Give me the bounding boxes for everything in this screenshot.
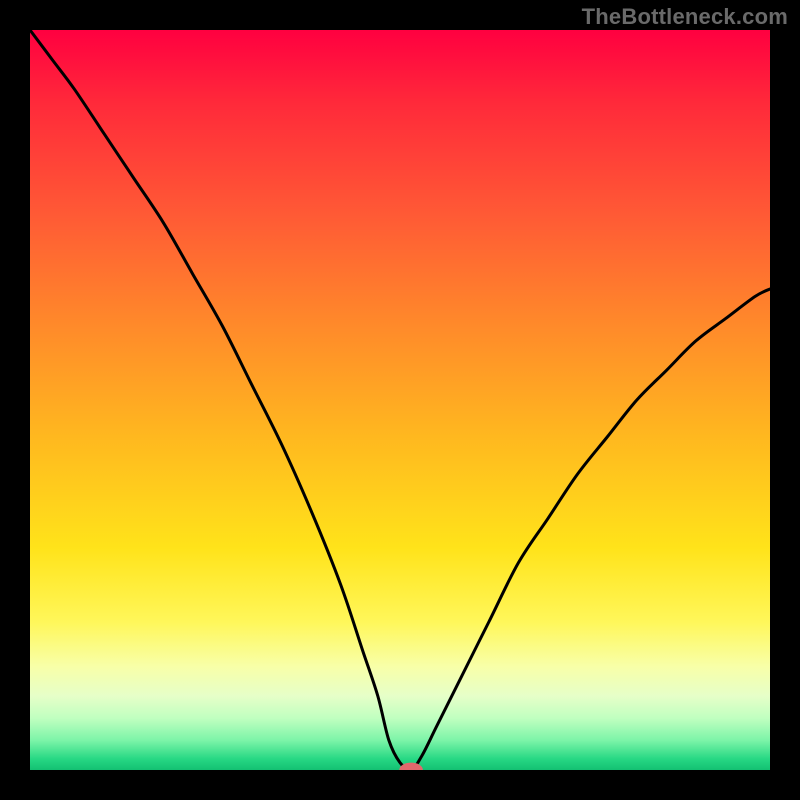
plot-area <box>30 30 770 770</box>
watermark-text: TheBottleneck.com <box>582 4 788 30</box>
chart-frame: TheBottleneck.com <box>0 0 800 800</box>
bottleneck-chart <box>30 30 770 770</box>
gradient-background <box>30 30 770 770</box>
